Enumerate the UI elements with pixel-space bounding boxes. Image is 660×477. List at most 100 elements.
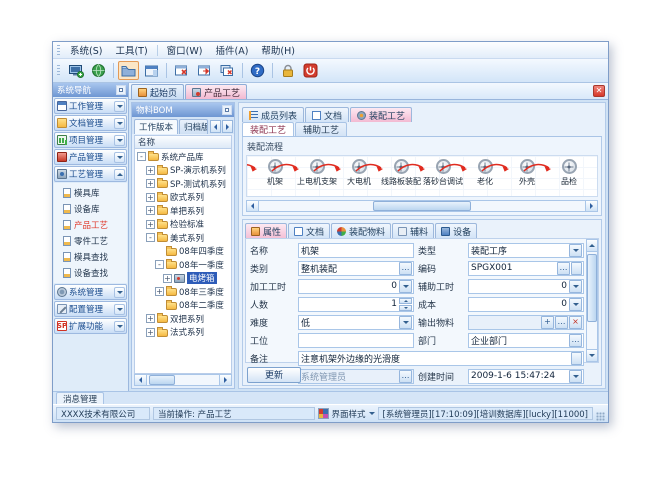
- nav-group-work[interactable]: 工作管理: [54, 98, 127, 114]
- category-field[interactable]: 整机装配…: [298, 261, 414, 276]
- collapse-icon[interactable]: -: [146, 233, 155, 242]
- nav-item-part-process[interactable]: 零件工艺: [54, 233, 127, 248]
- window-panel-button[interactable]: [141, 61, 162, 80]
- globe-button[interactable]: [88, 61, 109, 80]
- scroll-left-icon[interactable]: [135, 375, 147, 385]
- update-button[interactable]: 更新: [247, 367, 301, 383]
- scrollbar-thumb[interactable]: [587, 254, 597, 322]
- tab-prop-documents[interactable]: 文档: [288, 223, 330, 238]
- code-extra-button[interactable]: [571, 262, 582, 275]
- tree-row[interactable]: -08年一季度: [135, 258, 231, 272]
- tab-archived-version[interactable]: 归档版本: [179, 119, 208, 134]
- tree-row[interactable]: 08年四季度: [135, 245, 231, 259]
- expand-icon[interactable]: +: [146, 328, 155, 337]
- tab-documents[interactable]: 文档: [305, 107, 349, 122]
- flow-horizontal-scrollbar[interactable]: [246, 200, 598, 212]
- cost-field[interactable]: 0: [468, 297, 584, 312]
- tree-row[interactable]: +SP-测试机系列: [135, 177, 231, 191]
- form-vertical-scrollbar[interactable]: [586, 239, 598, 362]
- spinner-icon[interactable]: [399, 298, 412, 311]
- tab-message-management[interactable]: 消息管理: [56, 392, 104, 404]
- machine-hours-field[interactable]: 0: [298, 279, 414, 294]
- expand-icon[interactable]: +: [146, 220, 155, 229]
- nav-item-product-process[interactable]: 产品工艺: [54, 217, 127, 232]
- scroll-up-icon[interactable]: [587, 240, 597, 252]
- scroll-right-icon[interactable]: [585, 201, 597, 211]
- nav-group-document[interactable]: 文档管理: [54, 115, 127, 131]
- clear-icon[interactable]: ×: [569, 316, 582, 329]
- plus-icon[interactable]: +: [541, 316, 554, 329]
- tree-row[interactable]: +双把系列: [135, 312, 231, 326]
- expand-icon[interactable]: +: [146, 179, 155, 188]
- output-material-field[interactable]: +…×: [468, 315, 584, 330]
- chevron-down-icon[interactable]: [114, 321, 125, 332]
- tab-properties[interactable]: 属性: [245, 223, 287, 238]
- ellipsis-icon[interactable]: …: [555, 316, 568, 329]
- chevron-down-icon[interactable]: [114, 304, 125, 315]
- scroll-left-icon[interactable]: [247, 201, 259, 211]
- nav-group-extension[interactable]: SP 扩展功能: [54, 318, 127, 334]
- help-button[interactable]: ?: [247, 61, 268, 80]
- exit-button[interactable]: [300, 61, 321, 80]
- aux-hours-field[interactable]: 0: [468, 279, 584, 294]
- expand-icon[interactable]: +: [146, 193, 155, 202]
- chevron-down-icon[interactable]: [369, 412, 375, 418]
- scroll-right-icon[interactable]: [222, 120, 233, 133]
- open-folder-button[interactable]: [118, 61, 139, 80]
- pin-icon[interactable]: [116, 85, 126, 95]
- tree-row[interactable]: +SP-演示机系列: [135, 164, 231, 178]
- spin-down-icon[interactable]: [399, 305, 412, 311]
- switch-document-button[interactable]: [194, 61, 215, 80]
- scroll-down-icon[interactable]: [587, 349, 597, 361]
- spin-up-icon[interactable]: [399, 298, 412, 304]
- headcount-stepper[interactable]: 1: [298, 297, 414, 312]
- scroll-left-icon[interactable]: [210, 120, 221, 133]
- tree-row[interactable]: 08年二季度: [135, 299, 231, 313]
- nav-group-system[interactable]: 系统管理: [54, 284, 127, 300]
- nav-item-device-library[interactable]: 设备库: [54, 201, 127, 216]
- flow-node[interactable]: 品检: [549, 159, 589, 196]
- tab-assembly-materials[interactable]: 装配物料: [331, 223, 391, 238]
- chevron-down-icon[interactable]: [399, 316, 412, 329]
- nav-item-mold-library[interactable]: 模具库: [54, 185, 127, 200]
- department-field[interactable]: 企业部门…: [468, 333, 584, 348]
- chevron-down-icon[interactable]: [114, 152, 125, 163]
- nav-group-config[interactable]: 配置管理: [54, 301, 127, 317]
- tree-column-header[interactable]: 名称: [134, 135, 232, 149]
- station-field[interactable]: [298, 333, 414, 348]
- chevron-down-icon[interactable]: [569, 298, 582, 311]
- tree-row-selected[interactable]: +电烤箱: [135, 272, 231, 286]
- code-field[interactable]: SPGX001…: [468, 261, 584, 276]
- pin-icon[interactable]: [222, 105, 232, 115]
- menu-tools[interactable]: 工具(T): [109, 42, 153, 58]
- close-all-documents-button[interactable]: [217, 61, 238, 80]
- nav-item-device-search[interactable]: 设备查找: [54, 265, 127, 280]
- subtab-auxiliary-process[interactable]: 辅助工艺: [295, 122, 347, 136]
- nav-group-product[interactable]: 产品管理: [54, 149, 127, 165]
- chevron-down-icon[interactable]: [569, 244, 582, 257]
- collapse-icon[interactable]: -: [155, 260, 164, 269]
- menu-window[interactable]: 窗口(W): [161, 42, 209, 58]
- monitor-button[interactable]: [65, 61, 86, 80]
- ellipsis-icon[interactable]: …: [569, 334, 582, 347]
- scrollbar-thumb[interactable]: [373, 201, 471, 211]
- expand-icon[interactable]: +: [146, 206, 155, 215]
- expand-icon[interactable]: +: [155, 287, 164, 296]
- tab-equipment[interactable]: 设备: [435, 223, 477, 238]
- chevron-up-icon[interactable]: [114, 169, 125, 180]
- menu-help[interactable]: 帮助(H): [255, 42, 301, 58]
- tree-row[interactable]: +08年三季度: [135, 285, 231, 299]
- chevron-down-icon[interactable]: [114, 135, 125, 146]
- chevron-down-icon[interactable]: [569, 280, 582, 293]
- nav-item-mold-search[interactable]: 模具查找: [54, 249, 127, 264]
- tab-working-version[interactable]: 工作版本: [134, 119, 178, 134]
- tree-row[interactable]: -美式系列: [135, 231, 231, 245]
- expand-icon[interactable]: +: [163, 274, 172, 283]
- tree-row[interactable]: -系统产品库: [135, 150, 231, 164]
- menu-plugins[interactable]: 插件(A): [209, 42, 254, 58]
- resize-grip[interactable]: [596, 412, 605, 421]
- menu-system[interactable]: 系统(S): [64, 42, 108, 58]
- ellipsis-icon[interactable]: …: [557, 262, 570, 275]
- difficulty-combo[interactable]: 低: [298, 315, 414, 330]
- chevron-down-icon[interactable]: [114, 118, 125, 129]
